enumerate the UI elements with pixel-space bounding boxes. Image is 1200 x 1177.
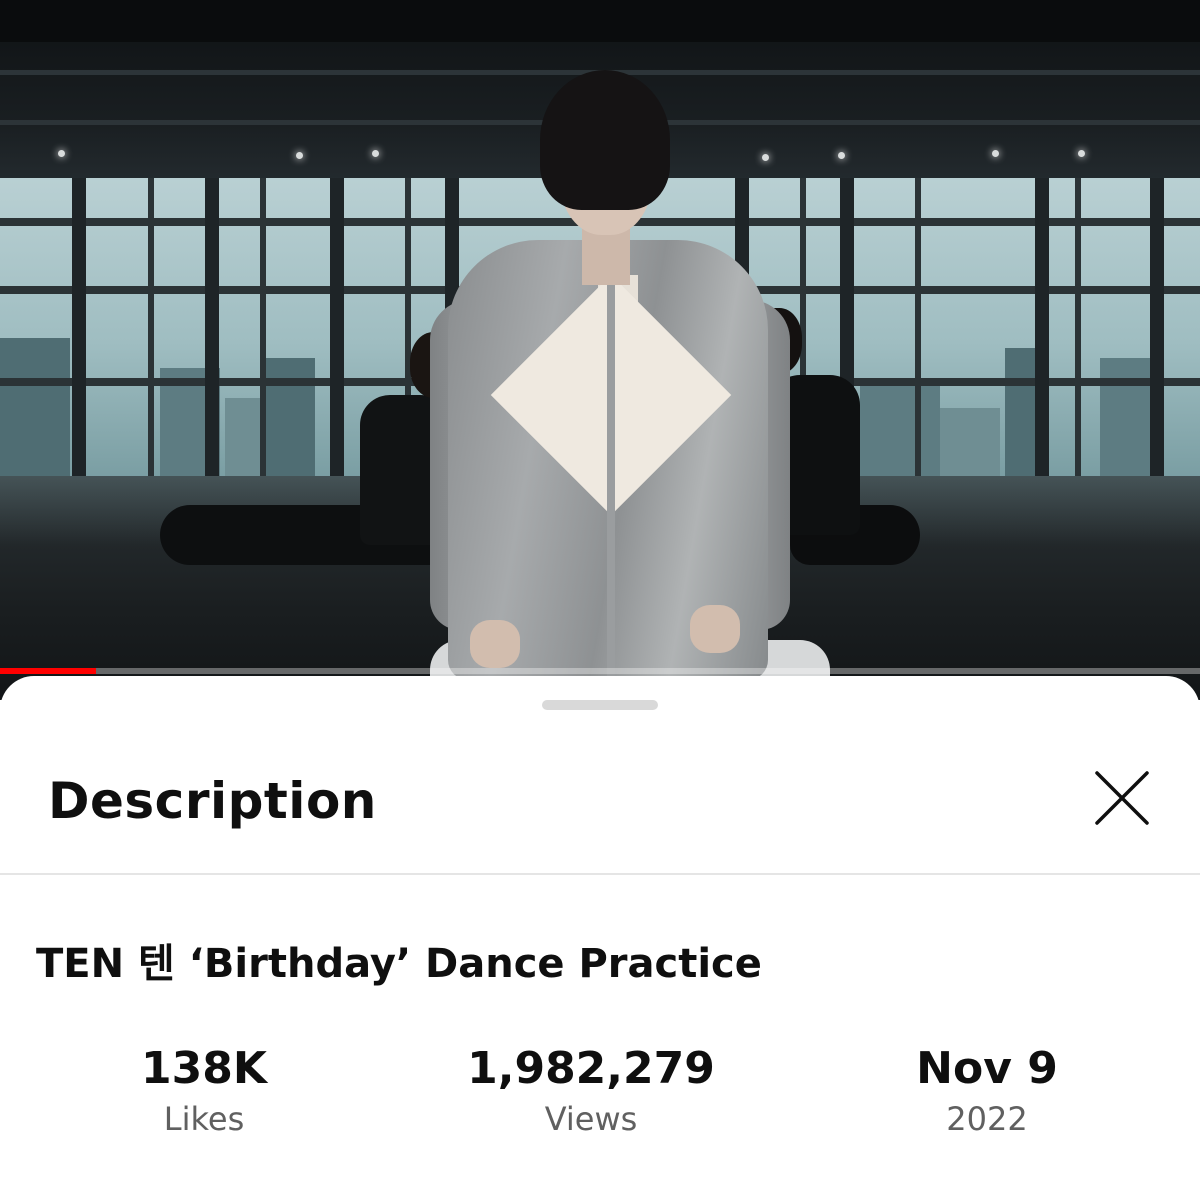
likes-count: 138K xyxy=(141,1043,267,1094)
video-progress-fill[interactable] xyxy=(0,668,96,674)
publish-date: Nov 9 xyxy=(916,1043,1058,1094)
video-player[interactable] xyxy=(0,0,1200,700)
video-title: TEN 텐 ‘Birthday’ Dance Practice xyxy=(36,941,762,987)
views-count: 1,982,279 xyxy=(467,1043,715,1094)
likes-stat: 138K Likes xyxy=(34,1041,374,1141)
date-stat: Nov 9 2022 xyxy=(817,1041,1157,1141)
screen: Description TEN 텐 ‘Birthday’ Dance Pract… xyxy=(0,0,1200,1177)
likes-label: Likes xyxy=(163,1100,245,1138)
description-sheet: Description TEN 텐 ‘Birthday’ Dance Pract… xyxy=(0,676,1200,1177)
sheet-divider xyxy=(0,873,1200,875)
views-label: Views xyxy=(544,1100,638,1138)
publish-year: 2022 xyxy=(946,1100,1028,1138)
close-button[interactable] xyxy=(1086,762,1158,834)
video-stats: 138K Likes 1,982,279 Views Nov 9 2022 xyxy=(0,1041,1200,1141)
views-stat: 1,982,279 Views xyxy=(421,1041,761,1141)
close-icon xyxy=(1095,771,1149,825)
sheet-drag-handle[interactable] xyxy=(542,700,658,710)
video-progress-track[interactable] xyxy=(0,668,1200,674)
sheet-title: Description xyxy=(48,772,377,830)
sheet-header: Description xyxy=(0,736,1200,872)
